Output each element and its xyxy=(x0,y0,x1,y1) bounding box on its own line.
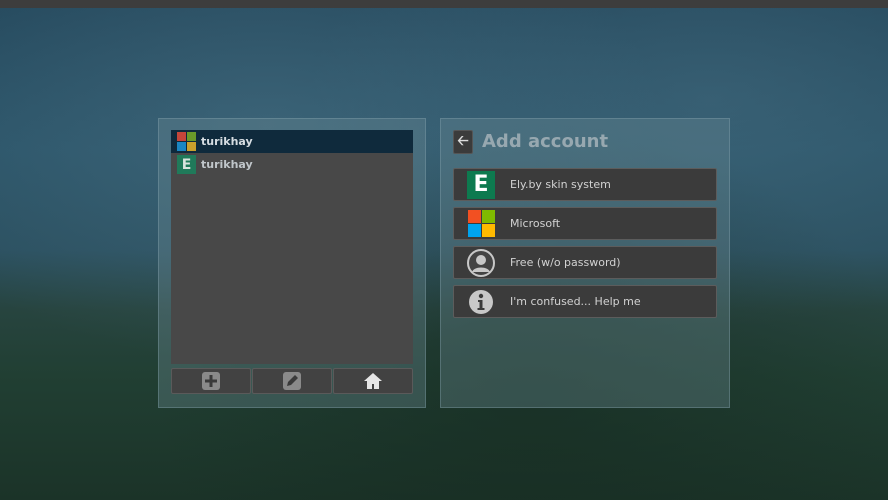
user-icon xyxy=(467,248,495,277)
account-list-panel: turikhay E turikhay xyxy=(158,118,426,408)
pencil-icon xyxy=(283,372,301,390)
ely-option-button[interactable]: E Ely.by skin system xyxy=(453,168,717,201)
page-title: Add account xyxy=(482,131,609,152)
free-option-button[interactable]: Free (w/o password) xyxy=(453,246,717,279)
arrow-left-icon: 🡠 xyxy=(457,133,469,149)
option-label: Ely.by skin system xyxy=(510,178,611,191)
help-option-button[interactable]: I'm confused... Help me xyxy=(453,285,717,318)
option-label: I'm confused... Help me xyxy=(510,295,641,308)
back-button[interactable]: 🡠 xyxy=(453,130,473,154)
window-titlebar xyxy=(0,0,888,8)
microsoft-option-button[interactable]: Microsoft xyxy=(453,207,717,240)
account-row-ely[interactable]: E turikhay xyxy=(171,153,413,176)
account-list: turikhay E turikhay xyxy=(171,130,413,364)
edit-account-button[interactable] xyxy=(252,368,332,394)
microsoft-icon xyxy=(467,210,495,238)
home-button[interactable] xyxy=(333,368,413,394)
plus-icon xyxy=(202,372,220,390)
add-account-button[interactable] xyxy=(171,368,251,394)
ely-icon: E xyxy=(467,170,495,199)
add-account-panel: 🡠 Add account E Ely.by skin system Micro… xyxy=(440,118,730,408)
option-label: Microsoft xyxy=(510,217,561,230)
microsoft-icon xyxy=(177,132,196,151)
home-icon xyxy=(364,373,382,389)
info-icon xyxy=(467,288,495,316)
option-label: Free (w/o password) xyxy=(510,256,621,269)
account-row-microsoft[interactable]: turikhay xyxy=(171,130,413,153)
account-name: turikhay xyxy=(201,135,253,148)
ely-icon: E xyxy=(177,155,196,174)
account-name: turikhay xyxy=(201,158,253,171)
